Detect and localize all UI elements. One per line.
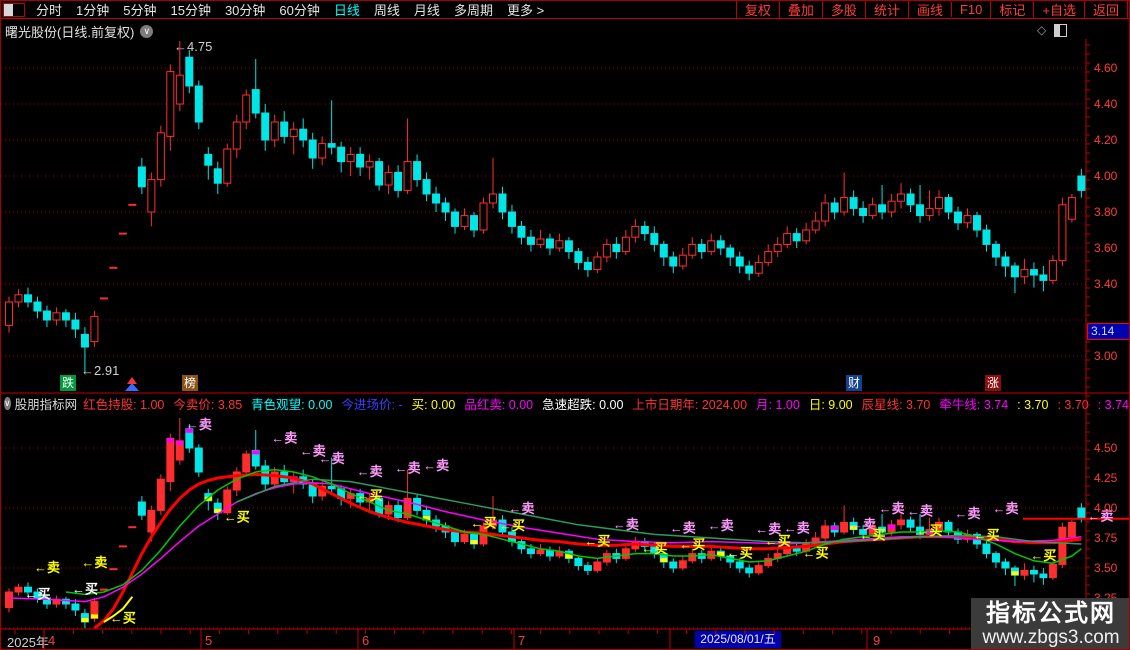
svg-text:5: 5 [205, 633, 212, 648]
svg-text:3.80: 3.80 [1094, 205, 1118, 219]
svg-text:4.25: 4.25 [1094, 471, 1118, 485]
tdx-window: 分时 1分钟 5分钟 15分钟 30分钟 60分钟 日线 周线 月线 多周期 更… [0, 0, 1130, 650]
watermark-site-name: 指标公式网 [986, 599, 1116, 627]
svg-text:3.40: 3.40 [1094, 277, 1118, 291]
svg-text:4: 4 [48, 633, 55, 648]
svg-text:4.40: 4.40 [1094, 97, 1118, 111]
watermark-url: www.zbgs3.com [982, 626, 1120, 648]
svg-text:4.60: 4.60 [1094, 61, 1118, 75]
watermark: 指标公式网 www.zbgs3.com [971, 598, 1129, 649]
svg-text:3.60: 3.60 [1094, 241, 1118, 255]
svg-text:4.00: 4.00 [1094, 169, 1118, 183]
svg-text:4.50: 4.50 [1094, 441, 1118, 455]
indicator-chart-plot[interactable] [1, 413, 1086, 629]
svg-text:4.20: 4.20 [1094, 133, 1118, 147]
svg-text:7: 7 [518, 633, 525, 648]
svg-text:9: 9 [873, 633, 880, 648]
svg-text:3.00: 3.00 [1094, 349, 1118, 363]
svg-text:3.75: 3.75 [1094, 531, 1118, 545]
svg-text:3.50: 3.50 [1094, 561, 1118, 575]
svg-text:6: 6 [362, 633, 369, 648]
svg-text:4.00: 4.00 [1094, 501, 1118, 515]
main-chart-plot[interactable] [1, 39, 1086, 393]
